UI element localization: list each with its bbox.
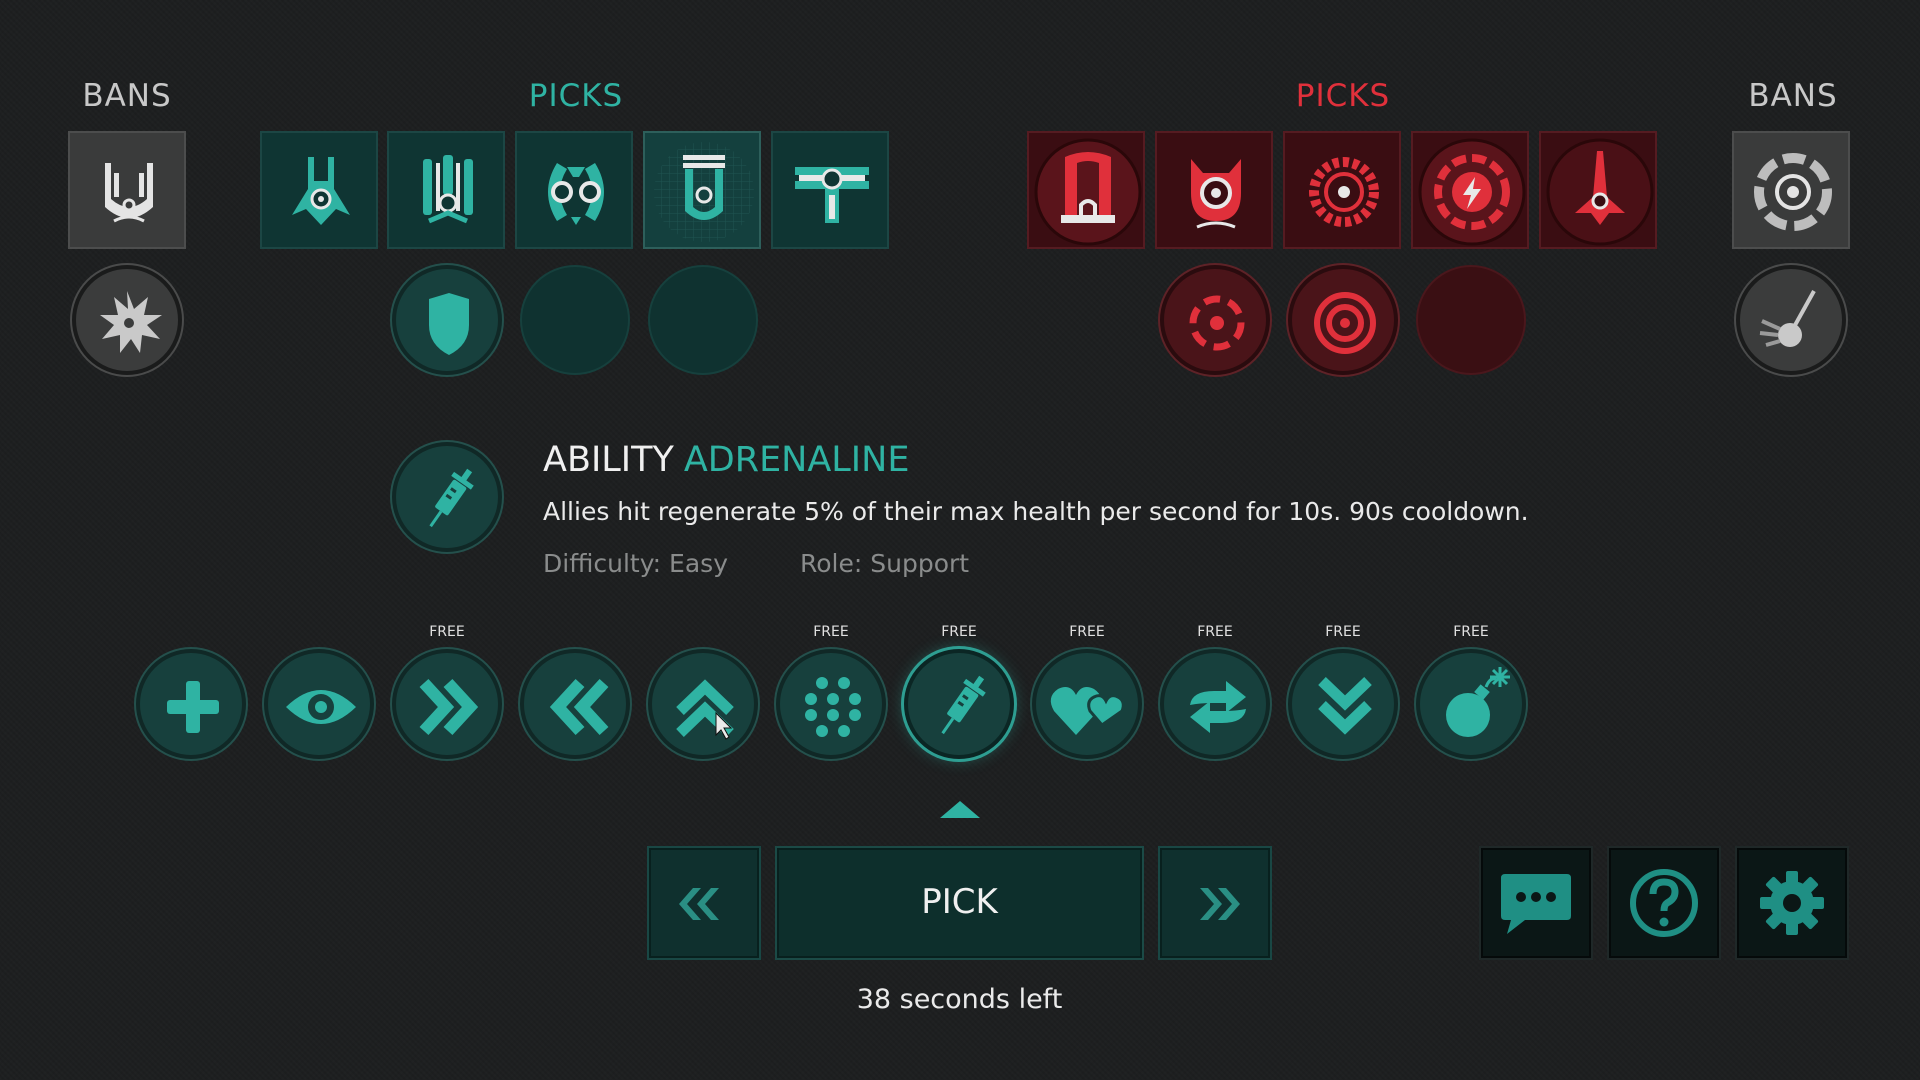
team-pick-slot-3[interactable] bbox=[515, 131, 633, 249]
team-ability-slot-2-empty bbox=[520, 265, 630, 375]
ship-wheel-icon bbox=[1754, 153, 1832, 231]
double-chevron-up-icon bbox=[676, 679, 734, 740]
selection-caret-icon bbox=[940, 801, 980, 818]
ability-option-swap[interactable] bbox=[1160, 649, 1270, 759]
ability-option-eye[interactable] bbox=[264, 649, 374, 759]
ability-difficulty: Difficulty: Easy bbox=[543, 549, 728, 578]
free-badge-8: FREE bbox=[1069, 624, 1105, 640]
ability-title: ABILITY ADRENALINE bbox=[543, 440, 909, 480]
ability-option-cluster[interactable] bbox=[776, 649, 886, 759]
ship-icon bbox=[105, 163, 153, 223]
swap-arrows-icon bbox=[1190, 681, 1246, 733]
enemy-ability-slot-1 bbox=[1160, 265, 1270, 375]
syringe-icon bbox=[429, 468, 474, 528]
team-pick-slot-2[interactable] bbox=[387, 131, 505, 249]
ship-twin-pod-icon bbox=[548, 163, 604, 225]
pick-button[interactable]: PICK bbox=[777, 848, 1142, 958]
enemy-ability-slot-3-empty bbox=[1416, 265, 1526, 375]
starburst-icon bbox=[100, 291, 162, 353]
dot-grid-icon bbox=[805, 677, 861, 737]
double-angle-right-icon bbox=[1200, 888, 1240, 920]
free-badge-3: FREE bbox=[429, 624, 465, 640]
team-pick-slot-5[interactable] bbox=[771, 131, 889, 249]
ability-name: ADRENALINE bbox=[683, 440, 910, 480]
mouse-cursor-icon bbox=[715, 711, 733, 740]
team-ability-slot-1 bbox=[392, 265, 502, 375]
ability-option-dash-left[interactable] bbox=[520, 649, 630, 759]
team-picks-header: PICKS bbox=[528, 78, 624, 114]
ship-horned-icon bbox=[1191, 159, 1241, 229]
enemy-pick-slot-3 bbox=[1283, 131, 1401, 249]
team-pick-slot-4-selected[interactable] bbox=[643, 131, 761, 249]
eye-icon bbox=[286, 690, 356, 724]
enemy-pick-slot-2 bbox=[1155, 131, 1273, 249]
settings-button[interactable] bbox=[1737, 848, 1847, 958]
shield-icon bbox=[429, 293, 469, 355]
ship-crossbar-icon bbox=[795, 167, 869, 223]
hearts-icon bbox=[1050, 687, 1125, 735]
enemy-banned-ship bbox=[1732, 131, 1850, 249]
target-icon bbox=[1314, 292, 1376, 354]
free-badge-10: FREE bbox=[1325, 624, 1361, 640]
right-bans-header: BANS bbox=[1748, 78, 1838, 114]
double-chevron-right-icon bbox=[419, 678, 479, 736]
ability-option-bomb[interactable] bbox=[1416, 649, 1526, 759]
ship-lightning-icon bbox=[1418, 138, 1526, 246]
ability-role: Role: Support bbox=[800, 549, 970, 578]
team-ability-slot-3-empty bbox=[648, 265, 758, 375]
double-chevron-left-icon bbox=[549, 678, 609, 736]
enemy-pick-slot-4 bbox=[1411, 131, 1529, 249]
ability-option-drop-down[interactable] bbox=[1288, 649, 1398, 759]
ability-label: ABILITY bbox=[543, 440, 674, 480]
countdown-timer: 38 seconds left bbox=[856, 984, 1063, 1015]
team-banned-ship bbox=[68, 131, 186, 249]
help-icon bbox=[1630, 869, 1698, 937]
selected-ability-icon bbox=[392, 442, 502, 552]
chat-button[interactable] bbox=[1481, 848, 1591, 958]
team-pick-slot-1[interactable] bbox=[260, 131, 378, 249]
enemy-picks-header: PICKS bbox=[1295, 78, 1391, 114]
ship-sawblade-icon bbox=[1309, 157, 1379, 227]
chat-icon bbox=[1501, 874, 1571, 934]
enemy-ability-slot-2 bbox=[1288, 265, 1398, 375]
syringe-icon bbox=[941, 675, 986, 735]
ship-arch-icon bbox=[1034, 138, 1142, 246]
bomb-icon bbox=[1446, 667, 1510, 737]
ship-engine-icon bbox=[654, 142, 754, 242]
ability-option-boost-up[interactable] bbox=[648, 649, 758, 759]
ability-description: Allies hit regenerate 5% of their max he… bbox=[543, 497, 1529, 526]
ability-option-dash-right[interactable] bbox=[392, 649, 502, 759]
help-button[interactable] bbox=[1609, 848, 1719, 958]
crosshair-icon bbox=[1189, 295, 1245, 351]
enemy-pick-slot-5 bbox=[1539, 131, 1657, 249]
next-button[interactable] bbox=[1160, 848, 1270, 958]
double-chevron-down-icon bbox=[1318, 677, 1372, 735]
enemy-pick-slot-1 bbox=[1027, 131, 1145, 249]
ability-option-plus[interactable] bbox=[136, 649, 246, 759]
free-badge-9: FREE bbox=[1197, 624, 1233, 640]
ability-option-hearts[interactable] bbox=[1032, 649, 1142, 759]
comet-icon bbox=[1759, 290, 1816, 347]
free-badge-11: FREE bbox=[1453, 624, 1489, 640]
ship-trident-icon bbox=[423, 155, 473, 224]
free-badge-6: FREE bbox=[813, 624, 849, 640]
double-angle-left-icon bbox=[679, 888, 719, 920]
free-badge-7: FREE bbox=[941, 624, 977, 640]
ship-fighter-icon bbox=[292, 157, 350, 225]
gear-icon bbox=[1760, 871, 1824, 935]
team-banned-ability bbox=[72, 265, 182, 375]
previous-button[interactable] bbox=[649, 848, 759, 958]
left-bans-header: BANS bbox=[82, 78, 172, 114]
plus-icon bbox=[167, 681, 219, 733]
ability-option-adrenaline-selected[interactable] bbox=[904, 649, 1014, 759]
enemy-banned-ability bbox=[1736, 265, 1846, 375]
ship-spike-icon bbox=[1546, 138, 1654, 246]
